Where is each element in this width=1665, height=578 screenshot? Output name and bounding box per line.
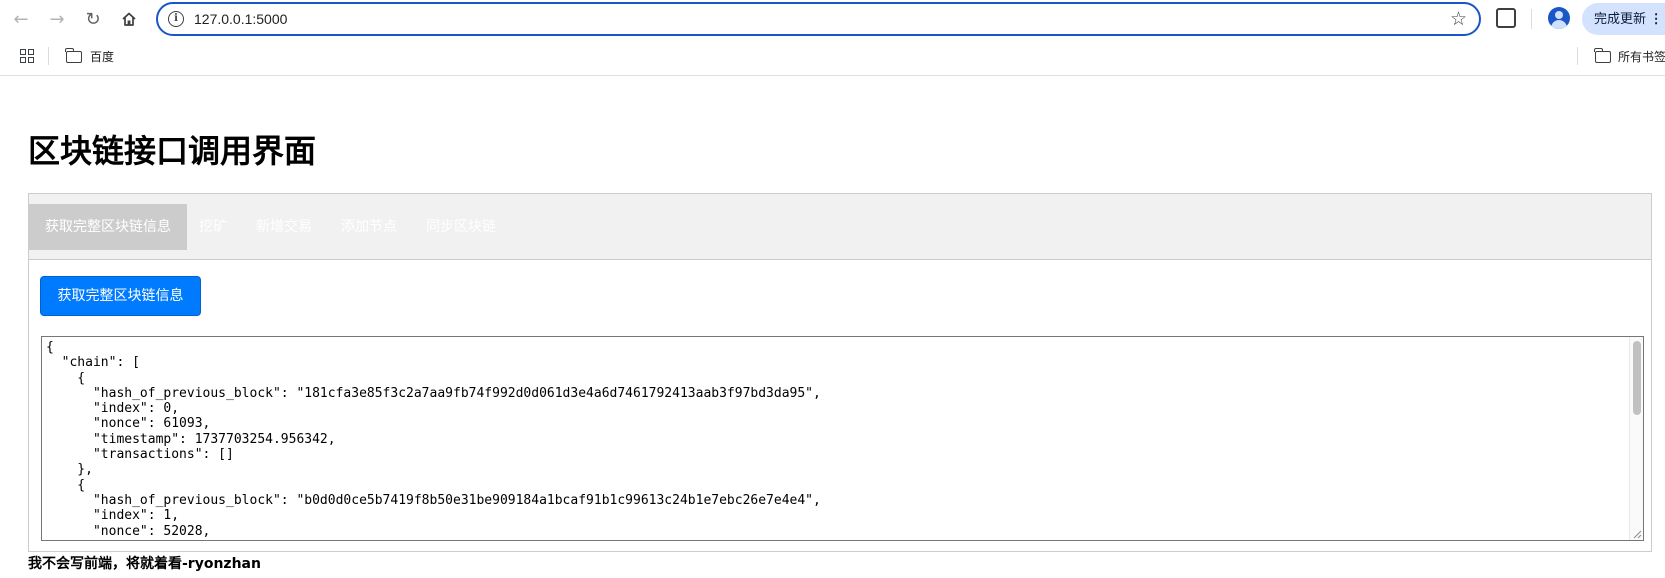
address-bar[interactable]: i 127.0.0.1:5000 ☆	[156, 2, 1481, 36]
tab-add-node[interactable]: 添加节点	[341, 204, 397, 250]
resize-grip-icon[interactable]	[1632, 529, 1642, 539]
back-arrow-icon[interactable]: ←	[7, 5, 35, 33]
bookmarks-bar: 百度 所有书签	[0, 38, 1665, 76]
tab-new-transaction[interactable]: 新增交易	[256, 204, 312, 250]
tab-sync-chain[interactable]: 同步区块链	[426, 204, 496, 250]
home-icon[interactable]	[115, 5, 143, 33]
menu-kebab-icon[interactable]: ⋮	[1650, 11, 1663, 26]
browser-toolbar: ← → ↻ i 127.0.0.1:5000 ☆ 完成更新 ⋮	[0, 0, 1665, 38]
tab-panel: 获取完整区块链信息 挖矿 新增交易 添加节点 同步区块链 获取完整区块链信息 {…	[28, 193, 1652, 552]
output-json: { "chain": [ { "hash_of_previous_block":…	[46, 340, 821, 539]
tab-mine[interactable]: 挖矿	[199, 204, 227, 250]
reload-icon[interactable]: ↻	[79, 5, 107, 33]
all-bookmarks-folder-icon	[1594, 48, 1611, 63]
extensions-icon[interactable]	[1496, 8, 1516, 28]
profile-avatar-icon[interactable]	[1548, 7, 1570, 29]
page-title: 区块链接口调用界面	[28, 132, 317, 170]
scrollbar-thumb[interactable]	[1633, 341, 1641, 415]
bookmark-baidu[interactable]: 百度	[90, 48, 114, 65]
bookmark-star-icon[interactable]: ☆	[1450, 8, 1467, 30]
tab-bar: 获取完整区块链信息 挖矿 新增交易 添加节点 同步区块链	[29, 194, 1651, 260]
all-bookmarks[interactable]: 所有书签	[1618, 48, 1665, 65]
forward-arrow-icon[interactable]: →	[43, 5, 71, 33]
bookmarks-divider-right	[1577, 47, 1578, 65]
update-button[interactable]: 完成更新 ⋮	[1582, 3, 1665, 35]
bookmarks-divider	[48, 47, 49, 65]
get-chain-button[interactable]: 获取完整区块链信息	[40, 276, 201, 316]
site-info-icon[interactable]: i	[168, 11, 184, 27]
tab-get-chain[interactable]: 获取完整区块链信息	[29, 204, 187, 250]
output-textarea[interactable]: { "chain": [ { "hash_of_previous_block":…	[41, 336, 1644, 541]
folder-icon	[65, 48, 82, 63]
toolbar-divider	[1531, 9, 1532, 29]
output-scrollbar[interactable]	[1629, 337, 1643, 540]
apps-grid-icon[interactable]	[20, 49, 34, 63]
footer-note: 我不会写前端，将就着看-ryonzhan	[28, 556, 261, 572]
address-url[interactable]: 127.0.0.1:5000	[194, 11, 287, 27]
update-button-label: 完成更新	[1594, 11, 1647, 26]
